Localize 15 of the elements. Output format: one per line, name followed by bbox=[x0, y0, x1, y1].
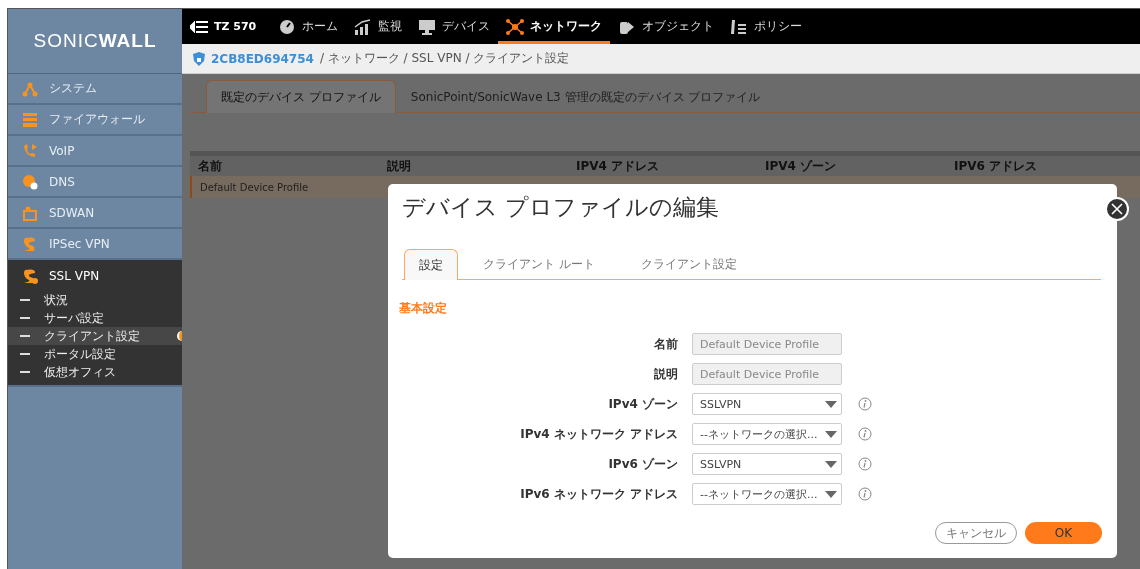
field-label: 名前 bbox=[653, 335, 678, 353]
sonicwall-logo: SONICWALL bbox=[33, 30, 157, 52]
section-heading: 基本設定 bbox=[399, 300, 448, 317]
breadcrumb-path: / ネットワーク / SSL VPN / クライアント設定 bbox=[319, 50, 570, 67]
column-header: 名前 bbox=[197, 157, 223, 175]
field-label: IPv4 ネットワーク アドレス bbox=[519, 425, 678, 443]
dialog-title: デバイス プロファイルの編集 bbox=[402, 193, 721, 222]
column-header: 説明 bbox=[386, 157, 412, 175]
column-header: IPV6 アドレス bbox=[953, 157, 1039, 175]
field-label: IPv6 ネットワーク アドレス bbox=[519, 485, 678, 503]
field-label: IPv6 ゾーン bbox=[607, 455, 678, 473]
field-label: 説明 bbox=[653, 365, 678, 383]
field-label: IPv4 ゾーン bbox=[607, 395, 678, 413]
column-header: IPV4 ゾーン bbox=[764, 157, 838, 175]
column-header: IPV4 アドレス bbox=[575, 157, 661, 175]
